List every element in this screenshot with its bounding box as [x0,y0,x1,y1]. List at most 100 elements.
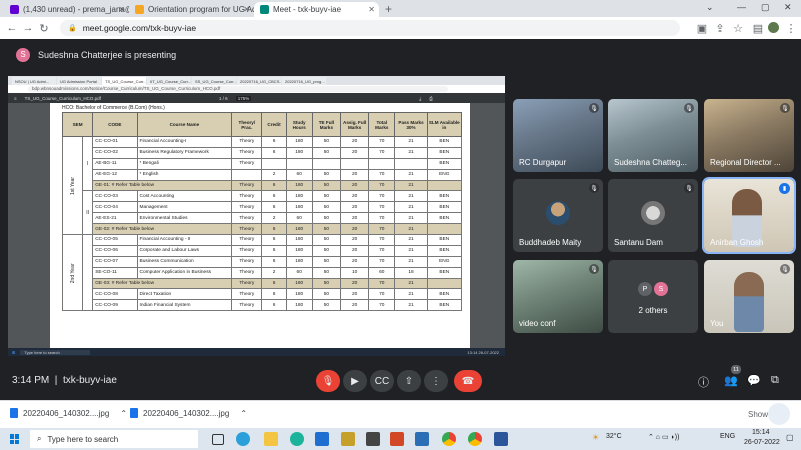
chevron-up-icon[interactable]: ⌃ [240,409,247,418]
table-row-ge: GE-01: # Refer Table below Theory 6 180 50 20… [63,179,463,192]
browser-tab[interactable]: Orientation program for UG Adr ✕ [129,2,254,17]
chrome-icon[interactable] [468,432,482,446]
yahoo-mail-icon [10,5,19,14]
url-input[interactable]: 🔒 meet.google.com/txk-buyv-iae [60,20,680,36]
task-view-icon[interactable] [212,434,224,445]
cell-assig: 20 [340,168,370,181]
mic-off-icon: 🎙 [589,183,599,193]
participant-tile[interactable]: 🎙 RC Durgapur [513,99,603,172]
shared-tab: 20220716_UG_prog... [282,77,326,85]
mail-icon[interactable] [315,432,329,446]
close-icon[interactable]: ✕ [118,5,125,14]
participant-tile[interactable]: 🎙 Santanu Dam [608,179,698,252]
chat-icon[interactable]: 💬 [747,374,761,387]
participant-tile-self[interactable]: 🎙 You [704,260,794,333]
pdf-menu-icon: ≡ [14,95,17,101]
windows-start-icon[interactable] [10,434,20,444]
participant-name: Buddhadeb Maity [519,238,582,247]
app-icon[interactable] [415,432,429,446]
col-header: Study Hours [285,112,313,137]
cell-tp: Theory [231,266,263,279]
mic-off-icon: 🎙 [780,264,790,274]
tray-icons[interactable]: ⌃ ⌂ ▭ ◗)) [648,433,679,441]
cell-total: 70 [368,168,396,181]
shared-tab: UG Admission Portal [57,77,101,85]
cell-tp: Theory [231,299,263,312]
camera-toggle-button[interactable]: ▶ [343,370,367,392]
cell-name: Management [136,201,233,214]
participant-name: You [710,319,724,328]
language-indicator[interactable]: ENG [720,433,735,440]
star-icon[interactable]: ☆ [730,22,746,35]
cell-credit: 6 [261,234,287,246]
leave-call-button[interactable]: ☎ [454,370,482,392]
cell-te: 50 [311,168,342,181]
download-item[interactable]: 20220406_140302....jpg ⌃ [10,408,127,418]
word-icon[interactable] [494,432,508,446]
chevron-up-icon[interactable]: ⌃ [120,409,127,418]
cell-pass [394,157,428,170]
share-icon[interactable]: ⇪ [712,22,728,35]
app-icon[interactable] [390,432,404,446]
mic-toggle-button[interactable]: 🎙 [316,370,340,392]
forward-icon[interactable]: → [20,22,36,34]
cell-name: Business Communication [136,255,233,268]
cell-total: 70 [368,223,396,236]
pdf-page: 1 / 6 [218,95,228,101]
info-icon[interactable]: ⓘ [698,374,709,390]
self-figure [734,272,764,332]
browser-tab[interactable]: (1,430 unread) - prema_jana@yc ✕ [4,2,129,17]
participant-tile-others[interactable]: P S 2 others [608,260,698,333]
mic-off-icon: 🎙 [589,103,599,113]
new-tab-icon[interactable]: + [385,2,392,17]
window-close-icon[interactable]: ✕ [784,2,792,13]
cell-tp: Theory [231,255,263,268]
chrome-icon[interactable] [442,432,456,446]
cell-assig: 20 [340,277,370,290]
present-button[interactable]: ⇧ [397,370,421,392]
edge-browser-icon[interactable] [290,432,304,446]
menu-icon[interactable]: ⋮ [783,22,799,35]
temperature: 32°C [606,433,622,440]
app-l-icon[interactable] [341,432,355,446]
extension-icon[interactable]: ▤ [750,22,766,35]
participant-tile[interactable]: 🎙 Buddhadeb Maity [513,179,603,252]
download-item[interactable]: 20220406_140302....jpg ⌃ [130,408,247,418]
col-header: Credit [261,112,287,137]
participant-tile-speaking[interactable]: ▮ Anirban Ghosh [702,177,796,254]
shared-tab-bar: NSOU | UG Admi... UG Admission Portal TS… [8,76,505,85]
taskbar-search-input[interactable]: ⌕ Type here to search [30,430,198,448]
browser-tab-active[interactable]: Meet - txk-buyv-iae ✕ [254,2,379,17]
more-options-button[interactable]: ⋮ [424,370,448,392]
taskbar-date[interactable]: 26-07-2022 [744,439,780,446]
reload-icon[interactable]: ↻ [36,22,52,35]
captions-button[interactable]: CC [370,370,394,392]
tab-search-icon[interactable]: ⌄ [706,2,714,13]
participant-tile[interactable]: 🎙 Regional Director ... [704,99,794,172]
cell-slm [426,179,463,192]
cell-hours: 180 [285,244,313,257]
store-icon[interactable] [366,432,380,446]
cell-code: AE-ES-21 [92,212,138,225]
participant-tile[interactable]: 🎙 Sudeshna Chatteg... [608,99,698,172]
file-explorer-icon[interactable] [264,432,278,446]
minimize-icon[interactable]: — [737,2,746,12]
participant-tile[interactable]: 🎙 video conf [513,260,603,333]
back-icon[interactable]: ← [4,22,20,34]
camera-icon[interactable]: ▣ [694,22,710,35]
cell-assig: 20 [340,223,370,236]
cell-pass: 21 [394,255,428,268]
taskbar-time[interactable]: 15:14 [752,429,770,436]
cell-tp: Theory [231,136,263,148]
activities-icon[interactable]: ⧉ [771,374,779,387]
cell-credit: 6 [261,288,287,301]
edge-icon[interactable] [236,432,250,446]
people-icon[interactable]: 👥 [724,374,738,387]
presenting-text: Sudeshna Chatterjee is presenting [38,49,177,60]
notification-icon[interactable]: ▢ [786,433,794,442]
profile-avatar[interactable] [768,22,779,33]
maximize-icon[interactable]: ▢ [761,2,770,13]
close-icon[interactable]: ✕ [243,5,250,14]
cell-slm: BEN [426,201,463,214]
close-icon[interactable]: ✕ [368,5,375,14]
